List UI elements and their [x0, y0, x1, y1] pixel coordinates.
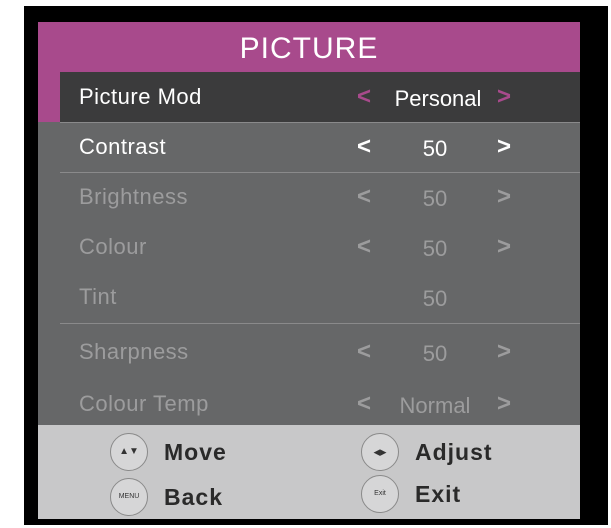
left-arrow-icon[interactable]: <	[357, 72, 371, 122]
exit-key-icon: Exit	[361, 475, 399, 513]
row-value: Personal	[394, 86, 482, 111]
menu-row-brightness[interactable]: Brightness < 50 >	[60, 172, 580, 222]
row-label: Picture Mod	[79, 84, 202, 109]
menu-row-tint[interactable]: Tint 50	[60, 272, 580, 322]
right-arrow-icon[interactable]: >	[497, 72, 511, 122]
row-label: Colour	[79, 234, 147, 259]
selection-accent	[38, 72, 60, 122]
hint-label: Exit	[415, 481, 462, 507]
divider	[60, 323, 580, 324]
menu-row-picture-mode[interactable]: Picture Mod < Personal >	[60, 72, 580, 122]
footer-hints: ▲▼ Move ◂▸ Adjust MENU Back Exit Exit	[38, 425, 580, 519]
row-value: 50	[422, 186, 448, 211]
hint-label: Move	[164, 439, 227, 465]
hint-label: Adjust	[415, 439, 493, 465]
hint-label: Back	[164, 484, 223, 510]
row-value: 50	[422, 236, 448, 261]
row-label: Sharpness	[79, 339, 189, 364]
menu-title: PICTURE	[38, 22, 580, 72]
row-value: 50	[422, 136, 448, 161]
left-right-icon: ◂▸	[361, 433, 399, 471]
up-down-icon: ▲▼	[110, 433, 148, 471]
menu-key-icon: MENU	[110, 478, 148, 516]
menu-row-contrast[interactable]: Contrast < 50 >	[60, 122, 580, 172]
right-arrow-icon[interactable]: >	[497, 172, 511, 222]
right-arrow-icon[interactable]: >	[497, 327, 511, 377]
right-arrow-icon[interactable]: >	[497, 222, 511, 272]
right-arrow-icon[interactable]: >	[497, 379, 511, 429]
menu-row-colour-temp[interactable]: Colour Temp < Normal >	[60, 379, 580, 429]
row-label: Tint	[79, 284, 117, 309]
picture-menu: PICTURE Picture Mod < Personal > Contras…	[38, 22, 580, 519]
right-arrow-icon[interactable]: >	[497, 122, 511, 172]
row-value: 50	[422, 286, 448, 311]
menu-row-colour[interactable]: Colour < 50 >	[60, 222, 580, 272]
menu-row-sharpness[interactable]: Sharpness < 50 >	[60, 327, 580, 377]
row-value: Normal	[399, 393, 471, 418]
row-label: Brightness	[79, 184, 188, 209]
row-label: Colour Temp	[79, 391, 209, 416]
row-label: Contrast	[79, 134, 167, 159]
row-value: 50	[422, 341, 448, 366]
